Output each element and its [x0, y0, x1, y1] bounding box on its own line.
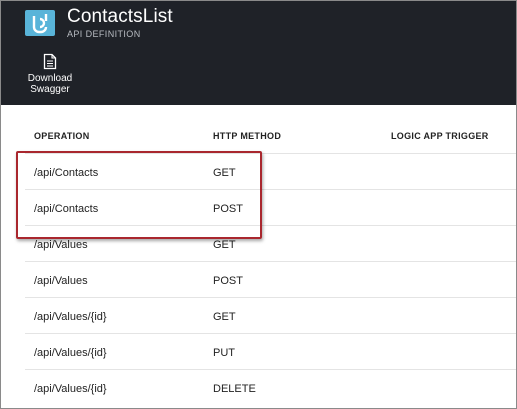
- blade-header: ContactsList API DEFINITION Download Swa…: [1, 1, 516, 105]
- operation-cell: /api/Values/{id}: [34, 311, 107, 323]
- http-method-cell: PUT: [213, 347, 235, 359]
- download-swagger-button[interactable]: Download Swagger: [19, 53, 81, 103]
- operation-cell: /api/Contacts: [34, 167, 99, 179]
- operations-table-header: OPERATION HTTP METHOD LOGIC APP TRIGGER: [25, 126, 516, 146]
- column-header-operation: OPERATION: [34, 131, 90, 141]
- operations-panel: OPERATION HTTP METHOD LOGIC APP TRIGGER …: [1, 105, 516, 408]
- api-app-logo-icon: [25, 10, 55, 36]
- http-method-cell: DELETE: [213, 383, 256, 395]
- http-method-cell: POST: [213, 275, 243, 287]
- api-definition-blade: ContactsList API DEFINITION Download Swa…: [0, 0, 517, 409]
- column-header-logic-app-trigger: LOGIC APP TRIGGER: [391, 131, 489, 141]
- operation-cell: /api/Values/{id}: [34, 347, 107, 359]
- operation-cell: /api/Values/{id}: [34, 383, 107, 395]
- http-method-cell: POST: [213, 203, 243, 215]
- table-row[interactable]: /api/Values/{id} PUT: [25, 333, 516, 369]
- table-row[interactable]: /api/Values GET: [25, 225, 516, 261]
- operation-cell: /api/Values: [34, 239, 88, 251]
- operation-cell: /api/Contacts: [34, 203, 99, 215]
- table-row[interactable]: /api/Values/{id} GET: [25, 297, 516, 333]
- table-row[interactable]: /api/Values POST: [25, 261, 516, 297]
- http-method-cell: GET: [213, 239, 236, 251]
- blade-title: ContactsList: [67, 6, 173, 27]
- column-header-http-method: HTTP METHOD: [213, 131, 282, 141]
- table-row[interactable]: /api/Contacts GET: [25, 153, 516, 189]
- blade-subtitle: API DEFINITION: [67, 29, 141, 39]
- http-method-cell: GET: [213, 311, 236, 323]
- operation-cell: /api/Values: [34, 275, 88, 287]
- http-method-cell: GET: [213, 167, 236, 179]
- operations-table-body: /api/Contacts GET /api/Contacts POST /ap…: [25, 153, 516, 405]
- download-swagger-label: Download Swagger: [27, 73, 73, 95]
- table-row[interactable]: /api/Values/{id} DELETE: [25, 369, 516, 405]
- table-row[interactable]: /api/Contacts POST: [25, 189, 516, 225]
- document-icon: [43, 53, 57, 70]
